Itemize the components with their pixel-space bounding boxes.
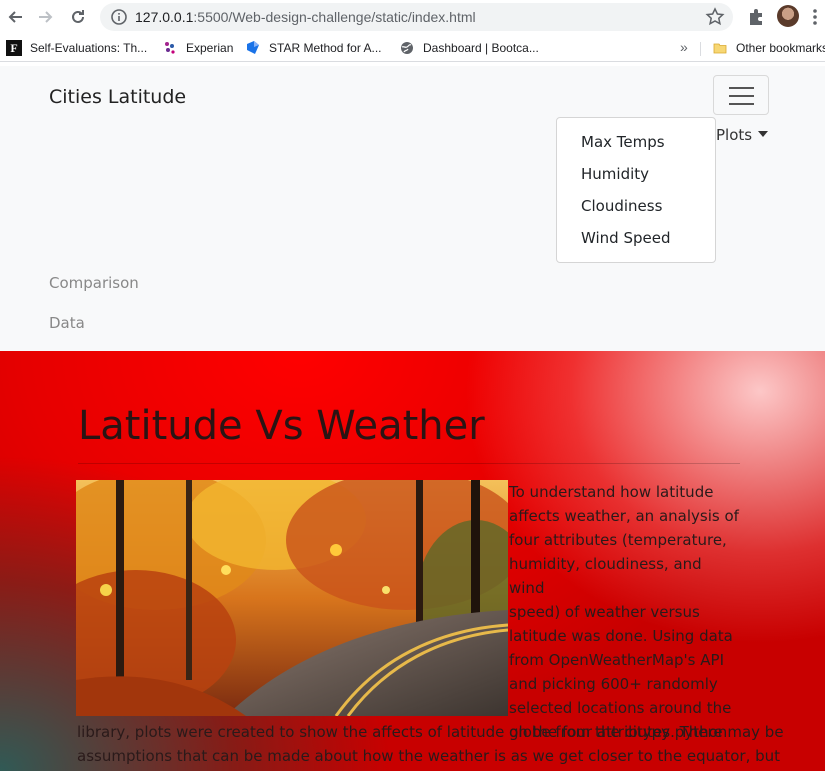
url-host: 127.0.0.1 xyxy=(135,9,194,25)
hamburger-icon xyxy=(729,95,754,97)
hamburger-icon xyxy=(729,103,754,105)
bookmark-label: Self-Evaluations: Th... xyxy=(30,41,148,55)
back-icon[interactable] xyxy=(4,6,26,28)
reload-icon[interactable] xyxy=(67,6,89,28)
plots-dropdown-menu: Max Temps Humidity Cloudiness Wind Speed xyxy=(556,117,716,263)
intro-text-line: affects weather, an analysis of xyxy=(509,507,739,525)
experian-icon xyxy=(162,40,178,56)
browser-toolbar: 127.0.0.1:5500/Web-design-challenge/stat… xyxy=(0,0,825,34)
dropdown-item-cloudiness[interactable]: Cloudiness xyxy=(557,190,715,222)
bookmark-label: Experian xyxy=(186,41,234,55)
bookmark-label: Dashboard | Bootca... xyxy=(423,41,539,55)
bookmark-item[interactable]: F Self-Evaluations: Th... xyxy=(6,39,147,57)
title-divider xyxy=(78,463,740,464)
navbar-brand[interactable]: Cities Latitude xyxy=(49,86,186,108)
intro-text-full: library, plots were created to show the … xyxy=(77,720,784,768)
hero-section: Latitude Vs Weather To understand how la… xyxy=(0,351,825,771)
caret-down-icon xyxy=(758,131,769,137)
bookmark-label: Other bookmarks xyxy=(736,41,825,55)
bookmark-item[interactable]: Experian xyxy=(162,39,233,57)
url-path: :5500/Web-design-challenge/static/index.… xyxy=(193,9,476,25)
intro-text-line: selected locations around the xyxy=(509,699,732,717)
bookmark-item[interactable]: Dashboard | Bootca... xyxy=(399,39,539,57)
more-bookmarks-button[interactable]: » xyxy=(680,39,688,55)
site-navbar: Cities Latitude Plots Max Temps Humidity… xyxy=(0,66,825,351)
star-method-icon xyxy=(245,40,261,56)
profile-avatar[interactable] xyxy=(777,5,799,27)
intro-text-line: library, plots were created to show the … xyxy=(77,723,784,741)
folder-icon xyxy=(712,40,728,56)
site-info-icon[interactable] xyxy=(110,8,128,26)
menu-kebab-icon[interactable] xyxy=(812,8,818,26)
nav-link-comparison[interactable]: Comparison xyxy=(49,274,139,292)
hamburger-icon xyxy=(729,87,754,89)
page-title: Latitude Vs Weather xyxy=(78,403,485,449)
plots-dropdown-toggle[interactable]: Plots xyxy=(716,126,769,144)
url-text[interactable]: 127.0.0.1:5500/Web-design-challenge/stat… xyxy=(135,9,476,25)
intro-text-line: speed) of weather versus xyxy=(509,603,700,621)
bookmark-star-icon[interactable] xyxy=(705,7,725,27)
navbar-toggler-button[interactable] xyxy=(713,75,769,115)
extensions-puzzle-icon[interactable] xyxy=(746,7,766,27)
f-logo-icon: F xyxy=(6,40,22,56)
intro-text-line: To understand how latitude xyxy=(509,483,714,501)
nav-link-data[interactable]: Data xyxy=(49,314,85,332)
intro-text-line: humidity, cloudiness, and wind xyxy=(509,555,702,597)
plots-label: Plots xyxy=(716,126,753,144)
dropdown-item-max-temps[interactable]: Max Temps xyxy=(557,126,715,158)
other-bookmarks-folder[interactable]: Other bookmarks xyxy=(712,39,825,57)
intro-text-line: from OpenWeatherMap's API xyxy=(509,651,724,669)
intro-text-line: and picking 600+ randomly xyxy=(509,675,718,693)
intro-text-line: four attributes (temperature, xyxy=(509,531,727,549)
bookmark-item[interactable]: STAR Method for A... xyxy=(245,39,382,57)
bookmark-label: STAR Method for A... xyxy=(269,41,382,55)
dropdown-item-humidity[interactable]: Humidity xyxy=(557,158,715,190)
dropdown-item-wind-speed[interactable]: Wind Speed xyxy=(557,222,715,254)
address-bar[interactable]: 127.0.0.1:5500/Web-design-challenge/stat… xyxy=(100,3,733,31)
autumn-road-image xyxy=(76,480,508,716)
globe-icon xyxy=(399,40,415,56)
forward-icon[interactable] xyxy=(35,6,57,28)
intro-text-side: To understand how latitude affects weath… xyxy=(509,480,739,744)
bookmarks-bar: F Self-Evaluations: Th... Experian STAR … xyxy=(0,34,825,62)
intro-text-line: latitude was done. Using data xyxy=(509,627,733,645)
intro-text-line: assumptions that can be made about how t… xyxy=(77,747,781,765)
bookmarks-divider xyxy=(700,42,701,56)
